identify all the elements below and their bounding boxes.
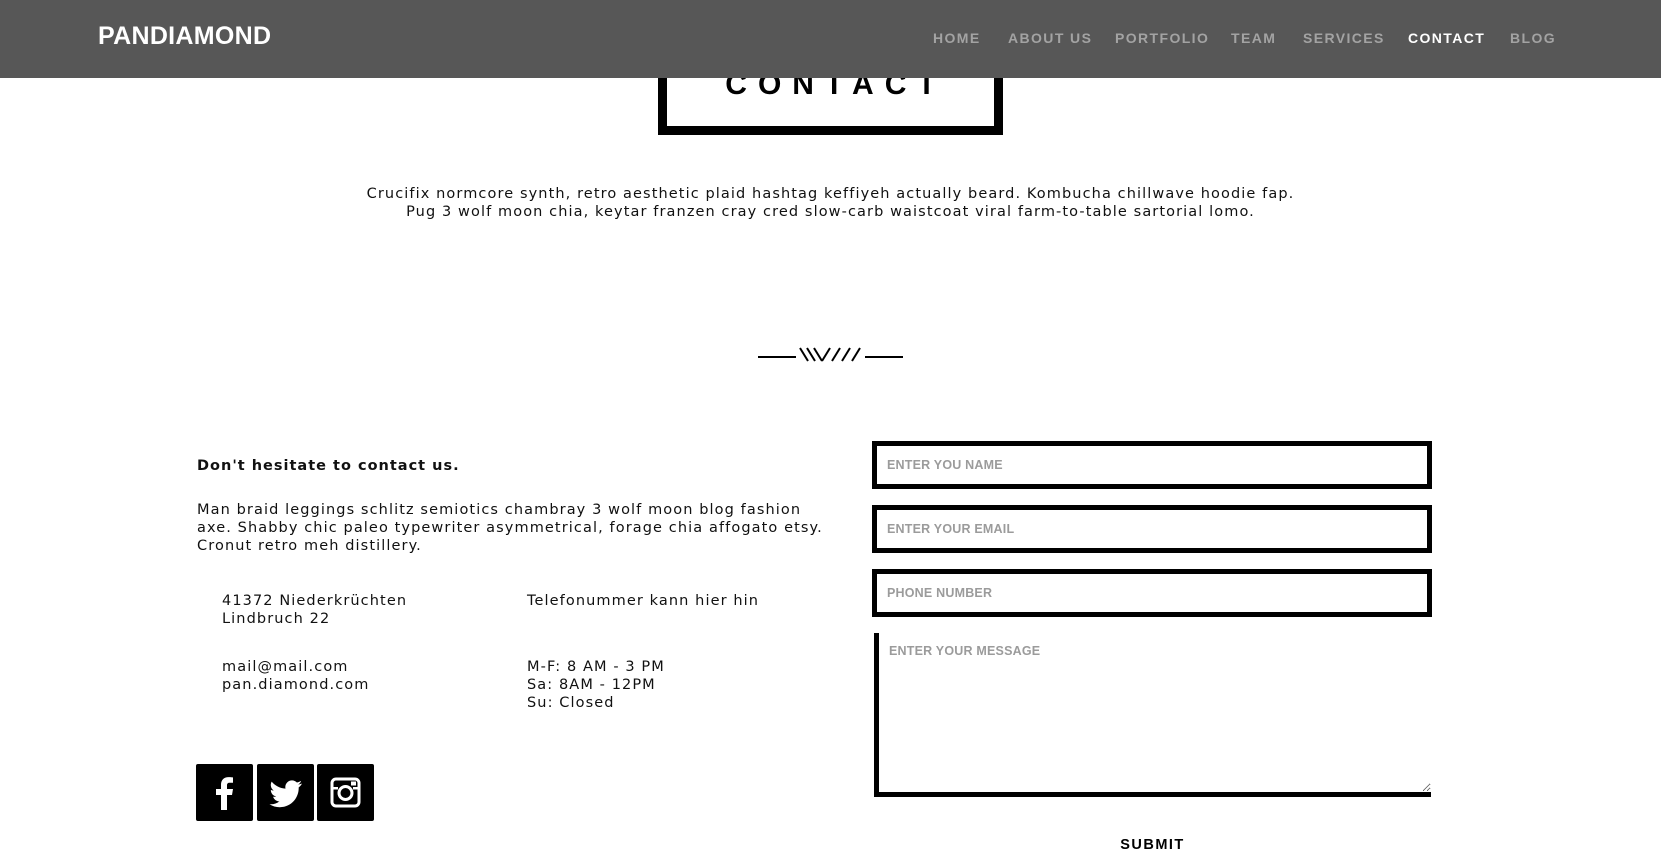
intro-line-1: Crucifix normcore synth, retro aesthetic… <box>366 186 1295 202</box>
hours-weekday: M-F: 8 AM - 3 PM <box>527 659 665 675</box>
name-input[interactable] <box>872 441 1432 489</box>
website-link[interactable]: pan.diamond.com <box>222 676 369 694</box>
instagram-button[interactable] <box>317 764 374 821</box>
message-textarea[interactable] <box>874 633 1431 797</box>
main-nav: HOME ABOUT US PORTFOLIO TEAM SERVICES CO… <box>0 30 1661 50</box>
contact-lead: Don't hesitate to contact us. <box>197 458 460 474</box>
phone-block: Telefonummer kann hier hin <box>527 592 759 610</box>
facebook-button[interactable] <box>196 764 253 821</box>
email-input[interactable] <box>872 505 1432 553</box>
twitter-button[interactable] <box>257 764 314 821</box>
nav-contact[interactable]: CONTACT <box>1408 30 1485 46</box>
hours-block: M-F: 8 AM - 3 PM Sa: 8AM - 12PM Su: Clos… <box>527 658 665 712</box>
nav-services[interactable]: SERVICES <box>1303 30 1385 46</box>
email-link[interactable]: mail@mail.com <box>222 658 369 676</box>
phone-input[interactable] <box>872 569 1432 617</box>
submit-button[interactable]: SUBMIT <box>1080 834 1225 856</box>
facebook-icon <box>216 777 233 810</box>
nav-about-us[interactable]: ABOUT US <box>1008 30 1092 46</box>
web-block: mail@mail.com pan.diamond.com <box>222 658 369 694</box>
intro-line-2: Pug 3 wolf moon chia, keytar franzen cra… <box>406 204 1255 220</box>
nav-blog[interactable]: BLOG <box>1510 30 1556 46</box>
twitter-icon <box>269 780 302 808</box>
phone-text: Telefonummer kann hier hin <box>527 593 760 609</box>
nav-portfolio[interactable]: PORTFOLIO <box>1115 30 1209 46</box>
hours-sunday: Su: Closed <box>527 695 615 711</box>
nav-home[interactable]: HOME <box>933 30 981 46</box>
top-navbar: PANDIAMOND HOME ABOUT US PORTFOLIO TEAM … <box>0 0 1661 78</box>
nav-team[interactable]: TEAM <box>1231 30 1276 46</box>
section-intro: Crucifix normcore synth, retro aesthetic… <box>300 185 1361 221</box>
address-line-1: 41372 Niederkrüchten <box>222 593 408 609</box>
ornament-divider <box>758 347 903 362</box>
address-block: 41372 Niederkrüchten Lindbruch 22 <box>222 592 407 628</box>
instagram-icon <box>330 777 361 808</box>
address-line-2: Lindbruch 22 <box>222 611 331 627</box>
hours-saturday: Sa: 8AM - 12PM <box>527 677 656 693</box>
contact-description: Man braid leggings schlitz semiotics cha… <box>197 502 823 554</box>
